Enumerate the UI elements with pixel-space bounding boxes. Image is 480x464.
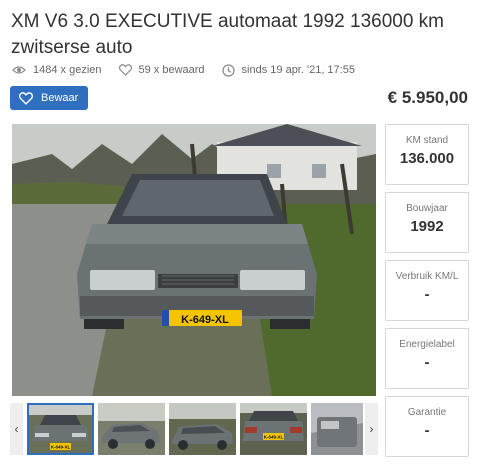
main-photo[interactable]: K-649-XL: [12, 124, 376, 396]
listing-stats: 1484 x gezien 59 x bewaard sinds 19 apr.…: [12, 62, 372, 78]
thumbnail-plate: K-649-XL: [264, 435, 284, 440]
spec-label: KM stand: [405, 135, 449, 146]
views-stat: 1484 x gezien: [12, 64, 102, 76]
spec-value: -: [424, 286, 430, 303]
spec-value: 136.000: [399, 150, 455, 167]
listed-since: sinds 19 apr. '21, 17:55: [241, 64, 355, 76]
thumbnail-2[interactable]: [98, 403, 165, 455]
spec-value: -: [424, 354, 430, 371]
save-button[interactable]: Bewaar: [10, 86, 88, 110]
spec-label: Bouwjaar: [406, 203, 448, 214]
license-plate: K-649-XL: [181, 314, 229, 326]
chevron-right-icon[interactable]: ›: [365, 403, 378, 455]
spec-mileage: KM stand 136.000: [385, 124, 469, 185]
thumbnail-4[interactable]: K-649-XL: [240, 403, 307, 455]
spec-label: Verbruik KM/L: [395, 271, 459, 282]
price: € 5.950,00: [387, 88, 468, 107]
car-photo-illustration: K-649-XL: [12, 124, 376, 396]
views-count: 1484 x gezien: [33, 64, 102, 76]
save-button-label: Bewaar: [41, 92, 79, 104]
spec-value: 1992: [410, 218, 444, 235]
thumbnail-5[interactable]: [311, 403, 363, 455]
heart-icon: [19, 91, 33, 105]
spec-energy-label: Energielabel -: [385, 328, 469, 389]
clock-icon: [221, 63, 235, 77]
spec-build-year: Bouwjaar 1992: [385, 192, 469, 253]
spec-label: Garantie: [407, 407, 447, 418]
thumbnail-1[interactable]: K-649-XL: [27, 403, 94, 455]
heart-icon: [118, 64, 132, 76]
spec-value: -: [424, 422, 430, 439]
thumbnail-3[interactable]: [169, 403, 236, 455]
spec-label: Energielabel: [399, 339, 455, 350]
eye-icon: [12, 66, 26, 74]
saves-stat: 59 x bewaard: [118, 64, 205, 76]
spec-consumption: Verbruik KM/L -: [385, 260, 469, 321]
spec-panel: KM stand 136.000 Bouwjaar 1992 Verbruik …: [385, 124, 469, 464]
chevron-left-icon[interactable]: ‹: [10, 403, 23, 455]
saves-count: 59 x bewaard: [138, 64, 205, 76]
thumbnail-plate: K-649-XL: [51, 445, 71, 450]
listing-title: XM V6 3.0 EXECUTIVE automaat 1992 136000…: [11, 11, 445, 58]
spec-warranty: Garantie -: [385, 396, 469, 457]
thumbnail-strip: ‹ K-649-XL K-649-XL ›: [10, 403, 378, 455]
since-stat: sinds 19 apr. '21, 17:55: [221, 63, 355, 77]
